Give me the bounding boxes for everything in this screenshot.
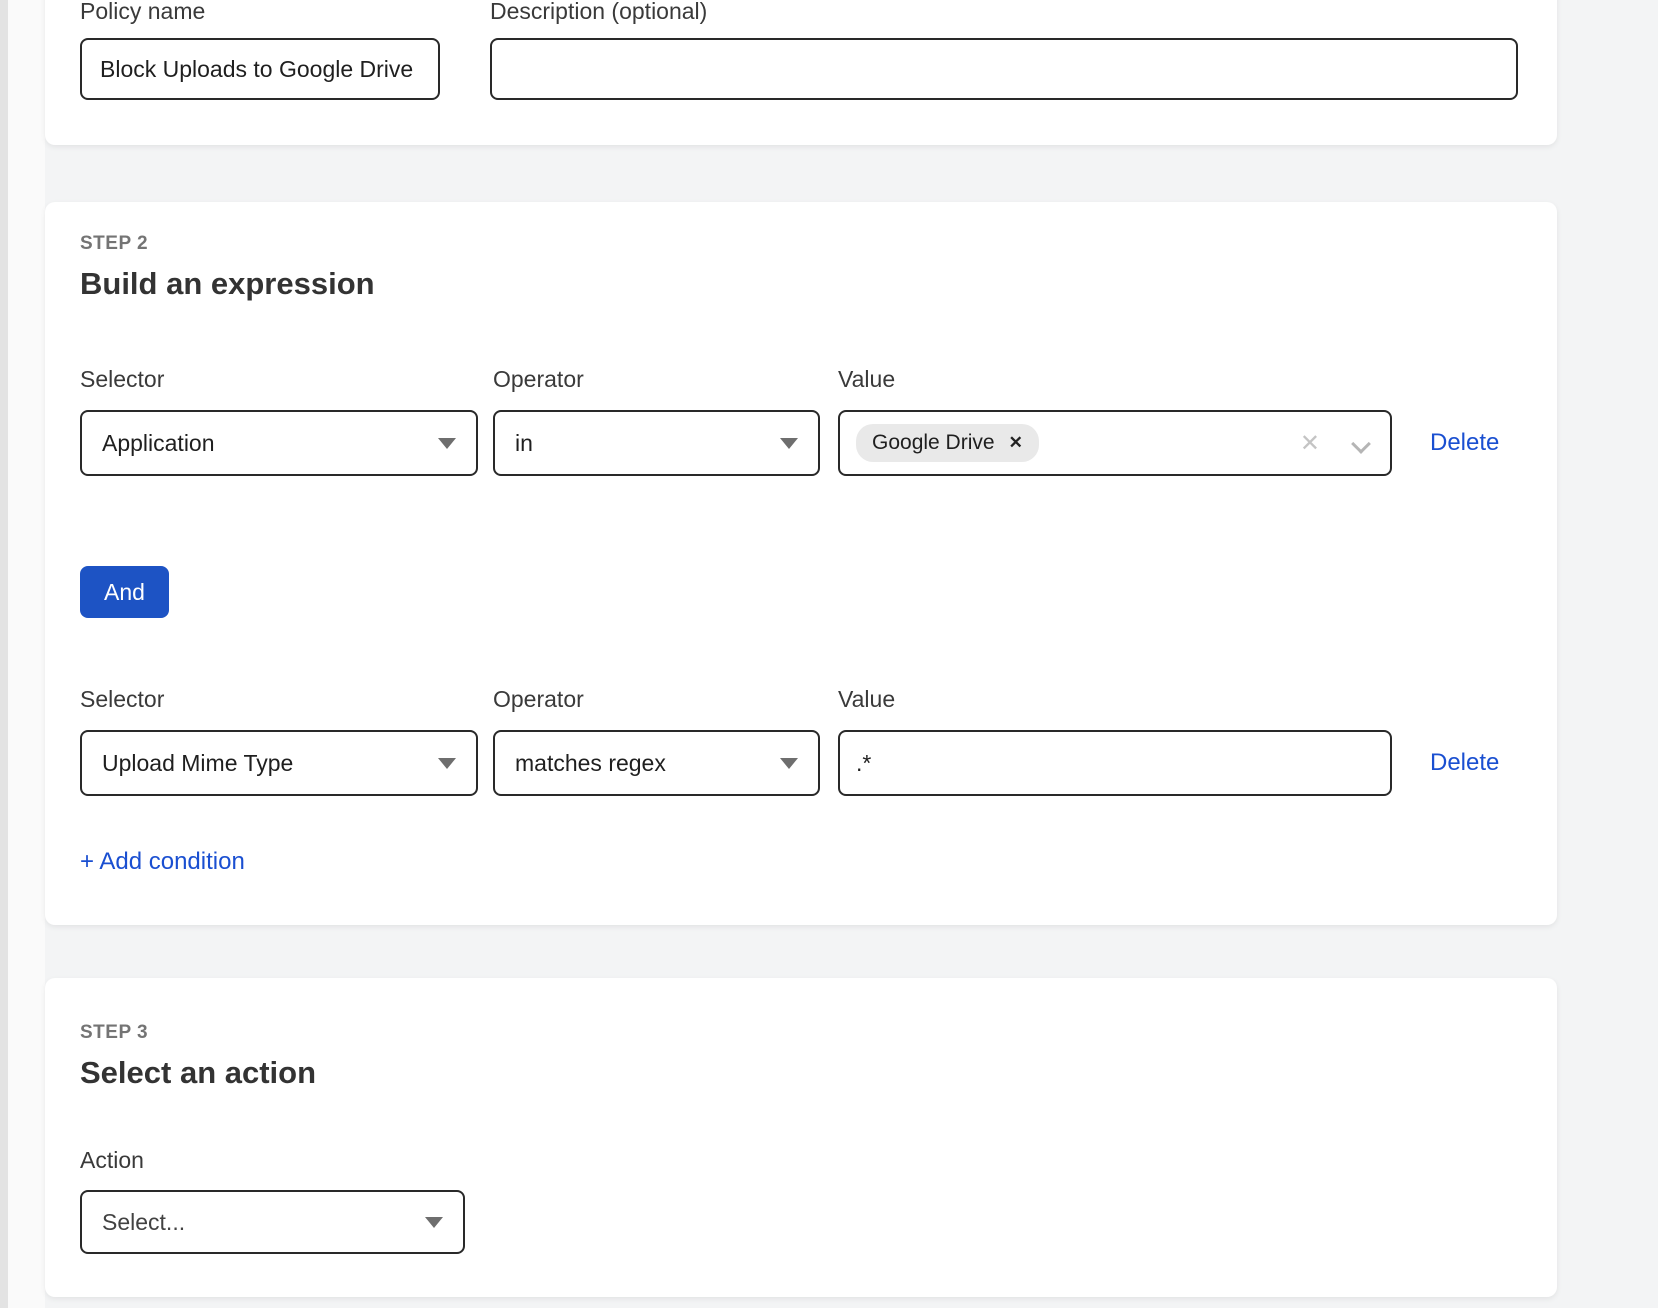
build-expression-card: STEP 2 Build an expression Selector Oper… [45, 202, 1557, 925]
value-column-label: Value [838, 366, 1392, 393]
value-multiselect[interactable]: Google Drive ✕ ✕ [838, 410, 1392, 476]
operator-dropdown-value: matches regex [515, 750, 666, 777]
operator-column-label: Operator [493, 366, 820, 393]
description-label: Description (optional) [490, 0, 1518, 25]
value-column-label: Value [838, 686, 1392, 713]
condition-row: Upload Mime Type matches regex Delete [80, 730, 1557, 796]
value-text-input[interactable] [838, 730, 1392, 796]
chevron-down-icon[interactable] [1354, 435, 1370, 451]
selector-dropdown-value: Upload Mime Type [102, 750, 293, 777]
value-tag-label: Google Drive [872, 431, 995, 455]
delete-condition-link[interactable]: Delete [1430, 749, 1499, 777]
selector-dropdown[interactable]: Upload Mime Type [80, 730, 478, 796]
condition-row: Application in Google Drive ✕ ✕ Delete [80, 410, 1557, 476]
dropdown-caret-icon [438, 758, 456, 769]
and-button[interactable]: And [80, 566, 169, 618]
policy-builder-page: Policy name Description (optional) STEP … [0, 0, 1658, 1308]
select-action-card: STEP 3 Select an action Action Select... [45, 978, 1557, 1297]
policy-name-input[interactable] [80, 38, 440, 100]
value-tag: Google Drive ✕ [856, 424, 1039, 462]
action-dropdown-value: Select... [102, 1209, 185, 1236]
step3-label: STEP 3 [80, 1021, 1557, 1045]
dropdown-caret-icon [780, 758, 798, 769]
dropdown-caret-icon [425, 1217, 443, 1228]
operator-dropdown[interactable]: matches regex [493, 730, 820, 796]
operator-column-label: Operator [493, 686, 820, 713]
action-label: Action [80, 1147, 1557, 1174]
dropdown-caret-icon [780, 438, 798, 449]
operator-dropdown-value: in [515, 430, 533, 457]
policy-name-label: Policy name [80, 0, 440, 25]
step3-title: Select an action [80, 1053, 1557, 1093]
remove-tag-icon[interactable]: ✕ [1009, 433, 1023, 453]
action-dropdown[interactable]: Select... [80, 1190, 465, 1254]
selector-dropdown[interactable]: Application [80, 410, 478, 476]
selector-dropdown-value: Application [102, 430, 215, 457]
page-left-edge [0, 0, 8, 1308]
selector-column-label: Selector [80, 366, 478, 393]
selector-column-label: Selector [80, 686, 478, 713]
step2-title: Build an expression [80, 264, 1557, 304]
clear-value-icon[interactable]: ✕ [1300, 429, 1320, 458]
page-gutter [8, 0, 45, 1308]
step2-label: STEP 2 [80, 232, 1557, 256]
dropdown-caret-icon [438, 438, 456, 449]
delete-condition-link[interactable]: Delete [1430, 429, 1499, 457]
operator-dropdown[interactable]: in [493, 410, 820, 476]
description-input[interactable] [490, 38, 1518, 100]
add-condition-link[interactable]: + Add condition [80, 848, 245, 876]
policy-details-card: Policy name Description (optional) [45, 0, 1557, 145]
